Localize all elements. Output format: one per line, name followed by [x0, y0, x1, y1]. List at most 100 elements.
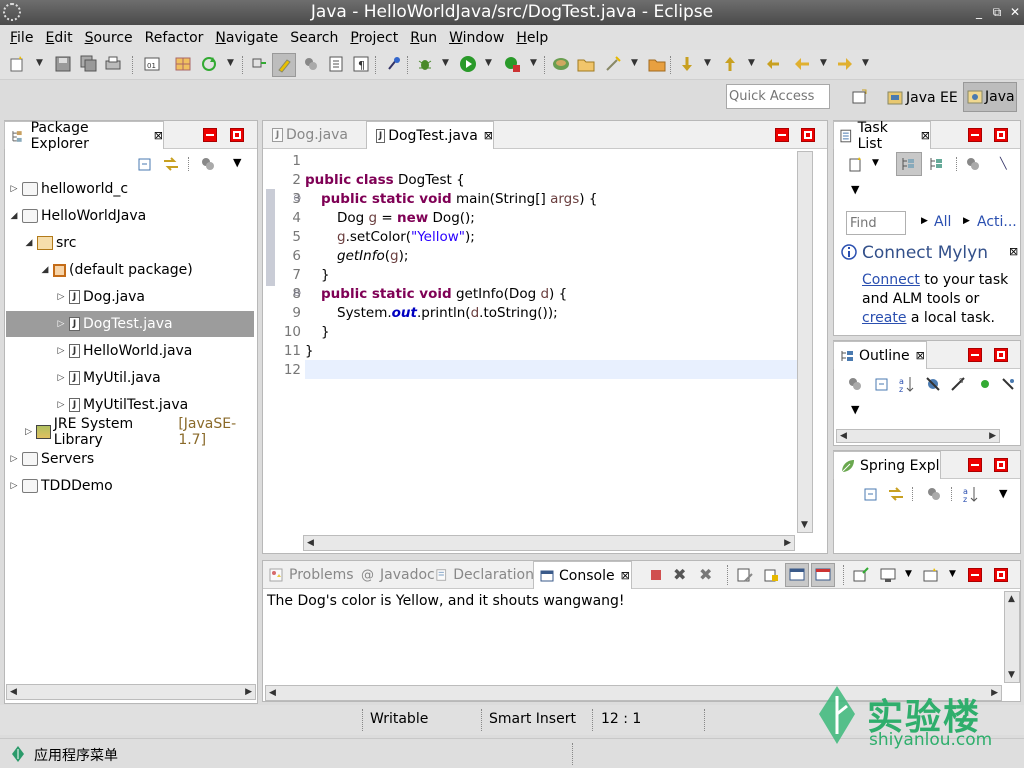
spring-wand-icon[interactable] [604, 55, 622, 73]
previous-annotation-up-icon[interactable] [721, 55, 739, 73]
package-explorer-hscrollbar[interactable]: ◀ ▶ [6, 684, 256, 700]
tab-task-list[interactable]: Task List ⊠ [833, 120, 931, 152]
tree-item-dogtest-java[interactable]: ▷ J DogTest.java [6, 311, 254, 337]
expand-icon[interactable]: ▷ [9, 454, 19, 464]
scroll-down-icon[interactable]: ▼ [1008, 670, 1015, 680]
task-filters-icon[interactable] [965, 156, 981, 172]
refresh-dropdown-icon[interactable]: ▼ [227, 58, 234, 68]
last-edit-location-icon[interactable] [765, 55, 783, 73]
outline-filters-icon[interactable] [847, 376, 863, 392]
close-tab-icon[interactable]: ⊠ [621, 569, 630, 582]
forward-icon[interactable] [836, 55, 854, 73]
back-icon[interactable] [793, 55, 811, 73]
show-console-stderr-toggle[interactable] [811, 563, 835, 587]
tree-item-myutil-java[interactable]: ▷ J MyUtil.java [6, 365, 254, 391]
build-icon[interactable] [174, 55, 192, 73]
tab-outline[interactable]: Outline ⊠ [833, 341, 927, 369]
tree-item-src[interactable]: ◢ src [6, 230, 254, 256]
tree-item-jre-system-library[interactable]: ▷ JRE System Library [JavaSE-1.7] [6, 416, 256, 448]
collapse-all-icon[interactable] [874, 376, 890, 392]
hide-static-icon[interactable]: S [950, 376, 966, 392]
tab-dog-java[interactable]: J Dog.java [263, 121, 363, 149]
expand-icon[interactable]: ▷ [9, 481, 19, 491]
connect-link[interactable]: Connect [862, 272, 920, 288]
show-console-stdout-toggle[interactable] [785, 563, 809, 587]
new-dropdown-icon[interactable]: ▼ [36, 58, 43, 68]
next-annotation-down-icon[interactable] [678, 55, 696, 73]
paragraph-icon[interactable]: ¶ [352, 55, 370, 73]
filters-icon[interactable] [200, 156, 216, 172]
close-tab-icon[interactable]: ⊠ [154, 129, 163, 142]
display-selected-console-icon[interactable] [880, 567, 896, 583]
save-icon[interactable] [54, 55, 72, 73]
tree-item-servers[interactable]: ▷ Servers [6, 446, 254, 472]
scroll-down-icon[interactable]: ▼ [801, 520, 808, 530]
forward-dropdown-icon[interactable]: ▼ [862, 58, 869, 68]
maximize-view-button[interactable] [994, 128, 1008, 142]
maximize-view-button[interactable] [230, 128, 244, 142]
fold-main-icon[interactable]: ⊖ [293, 193, 301, 204]
restore-window-button[interactable]: ⧉ [988, 0, 1006, 25]
block-selection-icon[interactable] [302, 55, 320, 73]
outline-hscrollbar[interactable]: ◀ ▶ [836, 429, 1000, 443]
tab-console[interactable]: Console ⊠ [533, 561, 632, 589]
run-dropdown-icon[interactable]: ▼ [485, 58, 492, 68]
menu-navigate[interactable]: Navigate [209, 30, 284, 46]
fold-getinfo-icon[interactable]: ⊖ [293, 288, 301, 299]
close-tab-icon[interactable]: ⊠ [916, 349, 925, 362]
collapse-all-icon[interactable] [863, 486, 879, 502]
save-all-icon[interactable] [80, 55, 98, 73]
scroll-right-icon[interactable]: ▶ [245, 687, 252, 697]
scroll-left-icon[interactable]: ◀ [10, 687, 17, 697]
menu-help[interactable]: Help [510, 30, 554, 46]
display-console-dropdown-icon[interactable]: ▼ [905, 569, 912, 579]
tab-problems[interactable]: Problems [263, 561, 355, 589]
expand-icon[interactable]: ▷ [56, 292, 66, 302]
console-vscrollbar[interactable]: ▲ ▼ [1004, 591, 1020, 683]
wand-dropdown-icon[interactable]: ▼ [631, 58, 638, 68]
remove-launch-icon[interactable]: ✖ [673, 565, 686, 584]
menu-window[interactable]: Window [443, 30, 510, 46]
open-folder-icon[interactable] [577, 55, 595, 73]
show-whitespace-icon[interactable] [327, 55, 345, 73]
minimize-view-button[interactable] [203, 128, 217, 142]
pin-console-icon[interactable] [853, 567, 869, 583]
maximize-view-button[interactable] [994, 458, 1008, 472]
refresh-icon[interactable] [200, 55, 218, 73]
collapse-icon[interactable]: ◢ [9, 211, 19, 221]
menu-run[interactable]: Run [404, 30, 443, 46]
hide-non-public-icon[interactable] [977, 376, 993, 392]
tree-item-helloworld-java[interactable]: ▷ J HelloWorld.java [6, 338, 254, 364]
toggle-mark-occurrences-button[interactable] [272, 53, 296, 77]
sort-icon[interactable]: az [962, 485, 980, 503]
menu-source[interactable]: Source [79, 30, 139, 46]
minimize-view-button[interactable] [968, 128, 982, 142]
tree-item-helloworldjava[interactable]: ◢ HelloWorldJava [6, 203, 254, 229]
scroll-lock-icon[interactable] [763, 567, 779, 583]
editor-vscrollbar[interactable]: ▼ [797, 151, 813, 533]
perspective-java[interactable]: Java [963, 82, 1017, 112]
debug-icon[interactable] [416, 55, 434, 73]
scheduled-icon[interactable] [929, 156, 945, 172]
scroll-up-icon[interactable]: ▲ [1008, 594, 1015, 604]
filters-icon[interactable] [926, 486, 942, 502]
print-icon[interactable] [104, 55, 122, 73]
close-tab-icon[interactable]: ⊠ [921, 129, 930, 142]
tab-package-explorer[interactable]: Package Explorer ⊠ [4, 120, 164, 152]
tab-spring-explorer[interactable]: Spring Expl [833, 451, 941, 479]
hide-fields-icon[interactable] [925, 376, 941, 392]
code-area[interactable]: 1 2 3 4 5 6 7 8 9 10 11 12 ⊖ ⊖ public cl… [271, 151, 797, 541]
menu-project[interactable]: Project [344, 30, 404, 46]
next-annotation-dropdown-icon[interactable]: ▼ [704, 58, 711, 68]
scroll-left-icon[interactable]: ◀ [307, 538, 314, 548]
expand-icon[interactable]: ▷ [56, 346, 66, 356]
external-tools-dropdown-icon[interactable]: ▼ [530, 58, 537, 68]
scroll-right-icon[interactable]: ▶ [989, 431, 996, 441]
view-menu-icon[interactable]: ▼ [851, 183, 859, 196]
back-dropdown-icon[interactable]: ▼ [820, 58, 827, 68]
scroll-left-icon[interactable]: ◀ [840, 431, 847, 441]
tab-javadoc[interactable]: @ Javadoc [355, 561, 435, 589]
run-external-tools-icon[interactable] [503, 55, 521, 73]
app-menu-leaf-icon[interactable] [10, 745, 26, 763]
new-task-dropdown-icon[interactable]: ▼ [872, 158, 879, 168]
